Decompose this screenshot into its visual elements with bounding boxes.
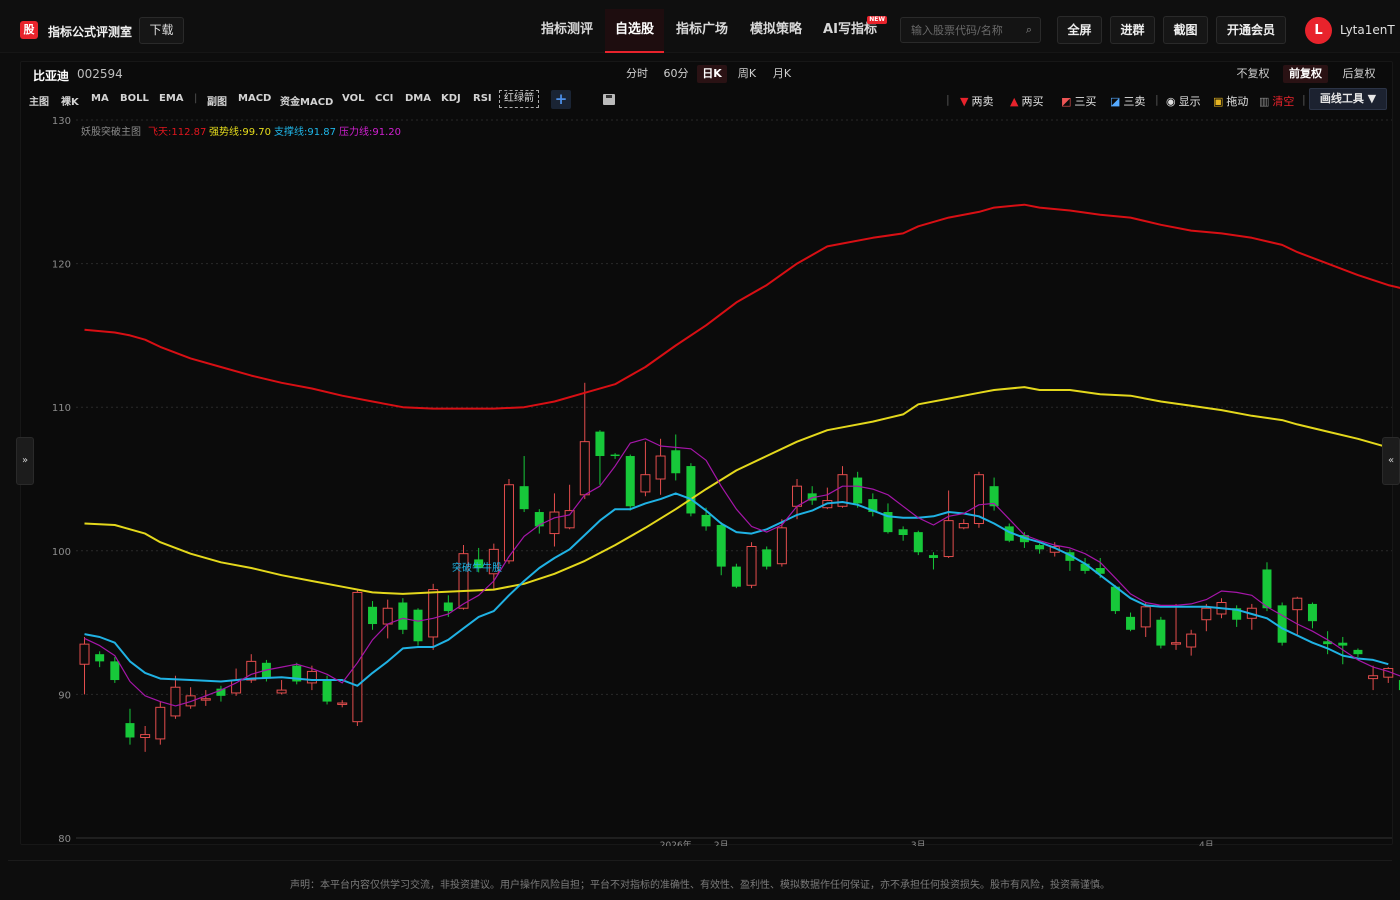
candle-body-up — [458, 553, 469, 609]
candle-body-down — [322, 680, 332, 702]
candle-body-down — [731, 566, 741, 587]
y-tick-label: 80 — [58, 834, 71, 845]
candle-body-up — [1368, 675, 1379, 680]
candle-body-down — [716, 524, 726, 567]
y-tick-label: 110 — [52, 403, 71, 414]
y-tick-label: 120 — [52, 260, 71, 271]
candle-body-down — [110, 661, 120, 681]
expand-left-handle[interactable]: » — [16, 437, 34, 485]
expand-right-handle[interactable]: « — [1382, 437, 1400, 485]
candle-body-up — [1171, 642, 1182, 645]
candle-body-down — [595, 431, 605, 457]
candle-body-up — [200, 698, 211, 701]
candle-body-up — [170, 686, 181, 717]
candle-body-up — [306, 670, 317, 684]
candle-body-up — [337, 702, 348, 705]
candle-body-down — [671, 450, 681, 474]
candle-body-down — [701, 514, 711, 527]
candle-body-up — [655, 455, 666, 480]
candle-body-down — [443, 602, 453, 612]
series-line-支撑线 — [84, 492, 1389, 687]
candle-body-down — [519, 486, 529, 510]
candle-body-up — [640, 474, 651, 493]
candle-body-up — [958, 523, 969, 529]
candle-body-up — [746, 545, 757, 586]
candle-body-up — [549, 511, 560, 535]
candle-body-down — [928, 555, 938, 558]
candle-body-up — [155, 706, 166, 740]
candle-body-up — [1292, 597, 1303, 611]
candle-body-down — [125, 723, 135, 738]
candle-body-down — [368, 606, 378, 625]
candle-body-down — [1035, 545, 1045, 550]
candle-body-up — [579, 441, 590, 496]
candle-body-down — [898, 529, 908, 536]
candle-body-down — [1277, 605, 1287, 643]
candle-body-down — [413, 609, 423, 642]
candle-body-up — [1186, 633, 1197, 648]
candle-body-up — [792, 485, 803, 507]
candle-body-down — [1262, 569, 1272, 609]
candlestick-chart[interactable]: 80901001101201302026年2月3月4月突破牛牛股 — [0, 0, 1400, 900]
candle-body-down — [686, 466, 696, 514]
candle-body-up — [776, 527, 787, 565]
candle-body-up — [276, 689, 287, 694]
candle-body-up — [943, 520, 954, 558]
candle-body-down — [853, 477, 863, 504]
candle-body-up — [564, 510, 575, 529]
candle-body-down — [1353, 649, 1363, 655]
y-tick-label: 100 — [52, 547, 71, 558]
candle-body-up — [428, 589, 439, 638]
candle-body-down — [1156, 619, 1166, 646]
candle-body-down — [625, 456, 635, 507]
y-tick-label: 130 — [52, 116, 71, 127]
candle-body-down — [1126, 616, 1136, 630]
disclaimer-text: 声明：本平台内容仅供学习交流，非投资建议。用户操作风险自担；平台不对指标的准确性… — [290, 880, 1110, 891]
axis-mask — [16, 846, 1356, 860]
candle-body-up — [231, 679, 242, 694]
footer-divider — [8, 860, 1392, 861]
candle-body-up — [503, 484, 514, 562]
candle-body-down — [398, 602, 408, 630]
candle-body-up — [1140, 606, 1151, 628]
series-line-强势线 — [84, 386, 1400, 595]
series-line-飞天 — [84, 203, 1400, 410]
candle-body-down — [1110, 586, 1120, 612]
candles-group — [79, 382, 1400, 752]
candle-body-up — [246, 660, 257, 681]
candle-body-down — [610, 454, 620, 457]
candle-body-down — [95, 654, 105, 662]
candle-body-up — [79, 643, 90, 665]
candle-body-down — [1338, 642, 1348, 646]
candle-body-down — [913, 532, 923, 553]
candle-body-up — [1201, 607, 1212, 621]
candle-body-down — [1307, 603, 1317, 622]
breakout-annotation: 突破牛牛股 — [452, 561, 502, 574]
candle-body-up — [140, 734, 151, 738]
candle-body-down — [534, 512, 544, 527]
candle-body-down — [762, 549, 772, 567]
y-tick-label: 90 — [58, 690, 71, 701]
candle-body-up — [382, 607, 393, 625]
series-line-压力线 — [84, 438, 1400, 707]
